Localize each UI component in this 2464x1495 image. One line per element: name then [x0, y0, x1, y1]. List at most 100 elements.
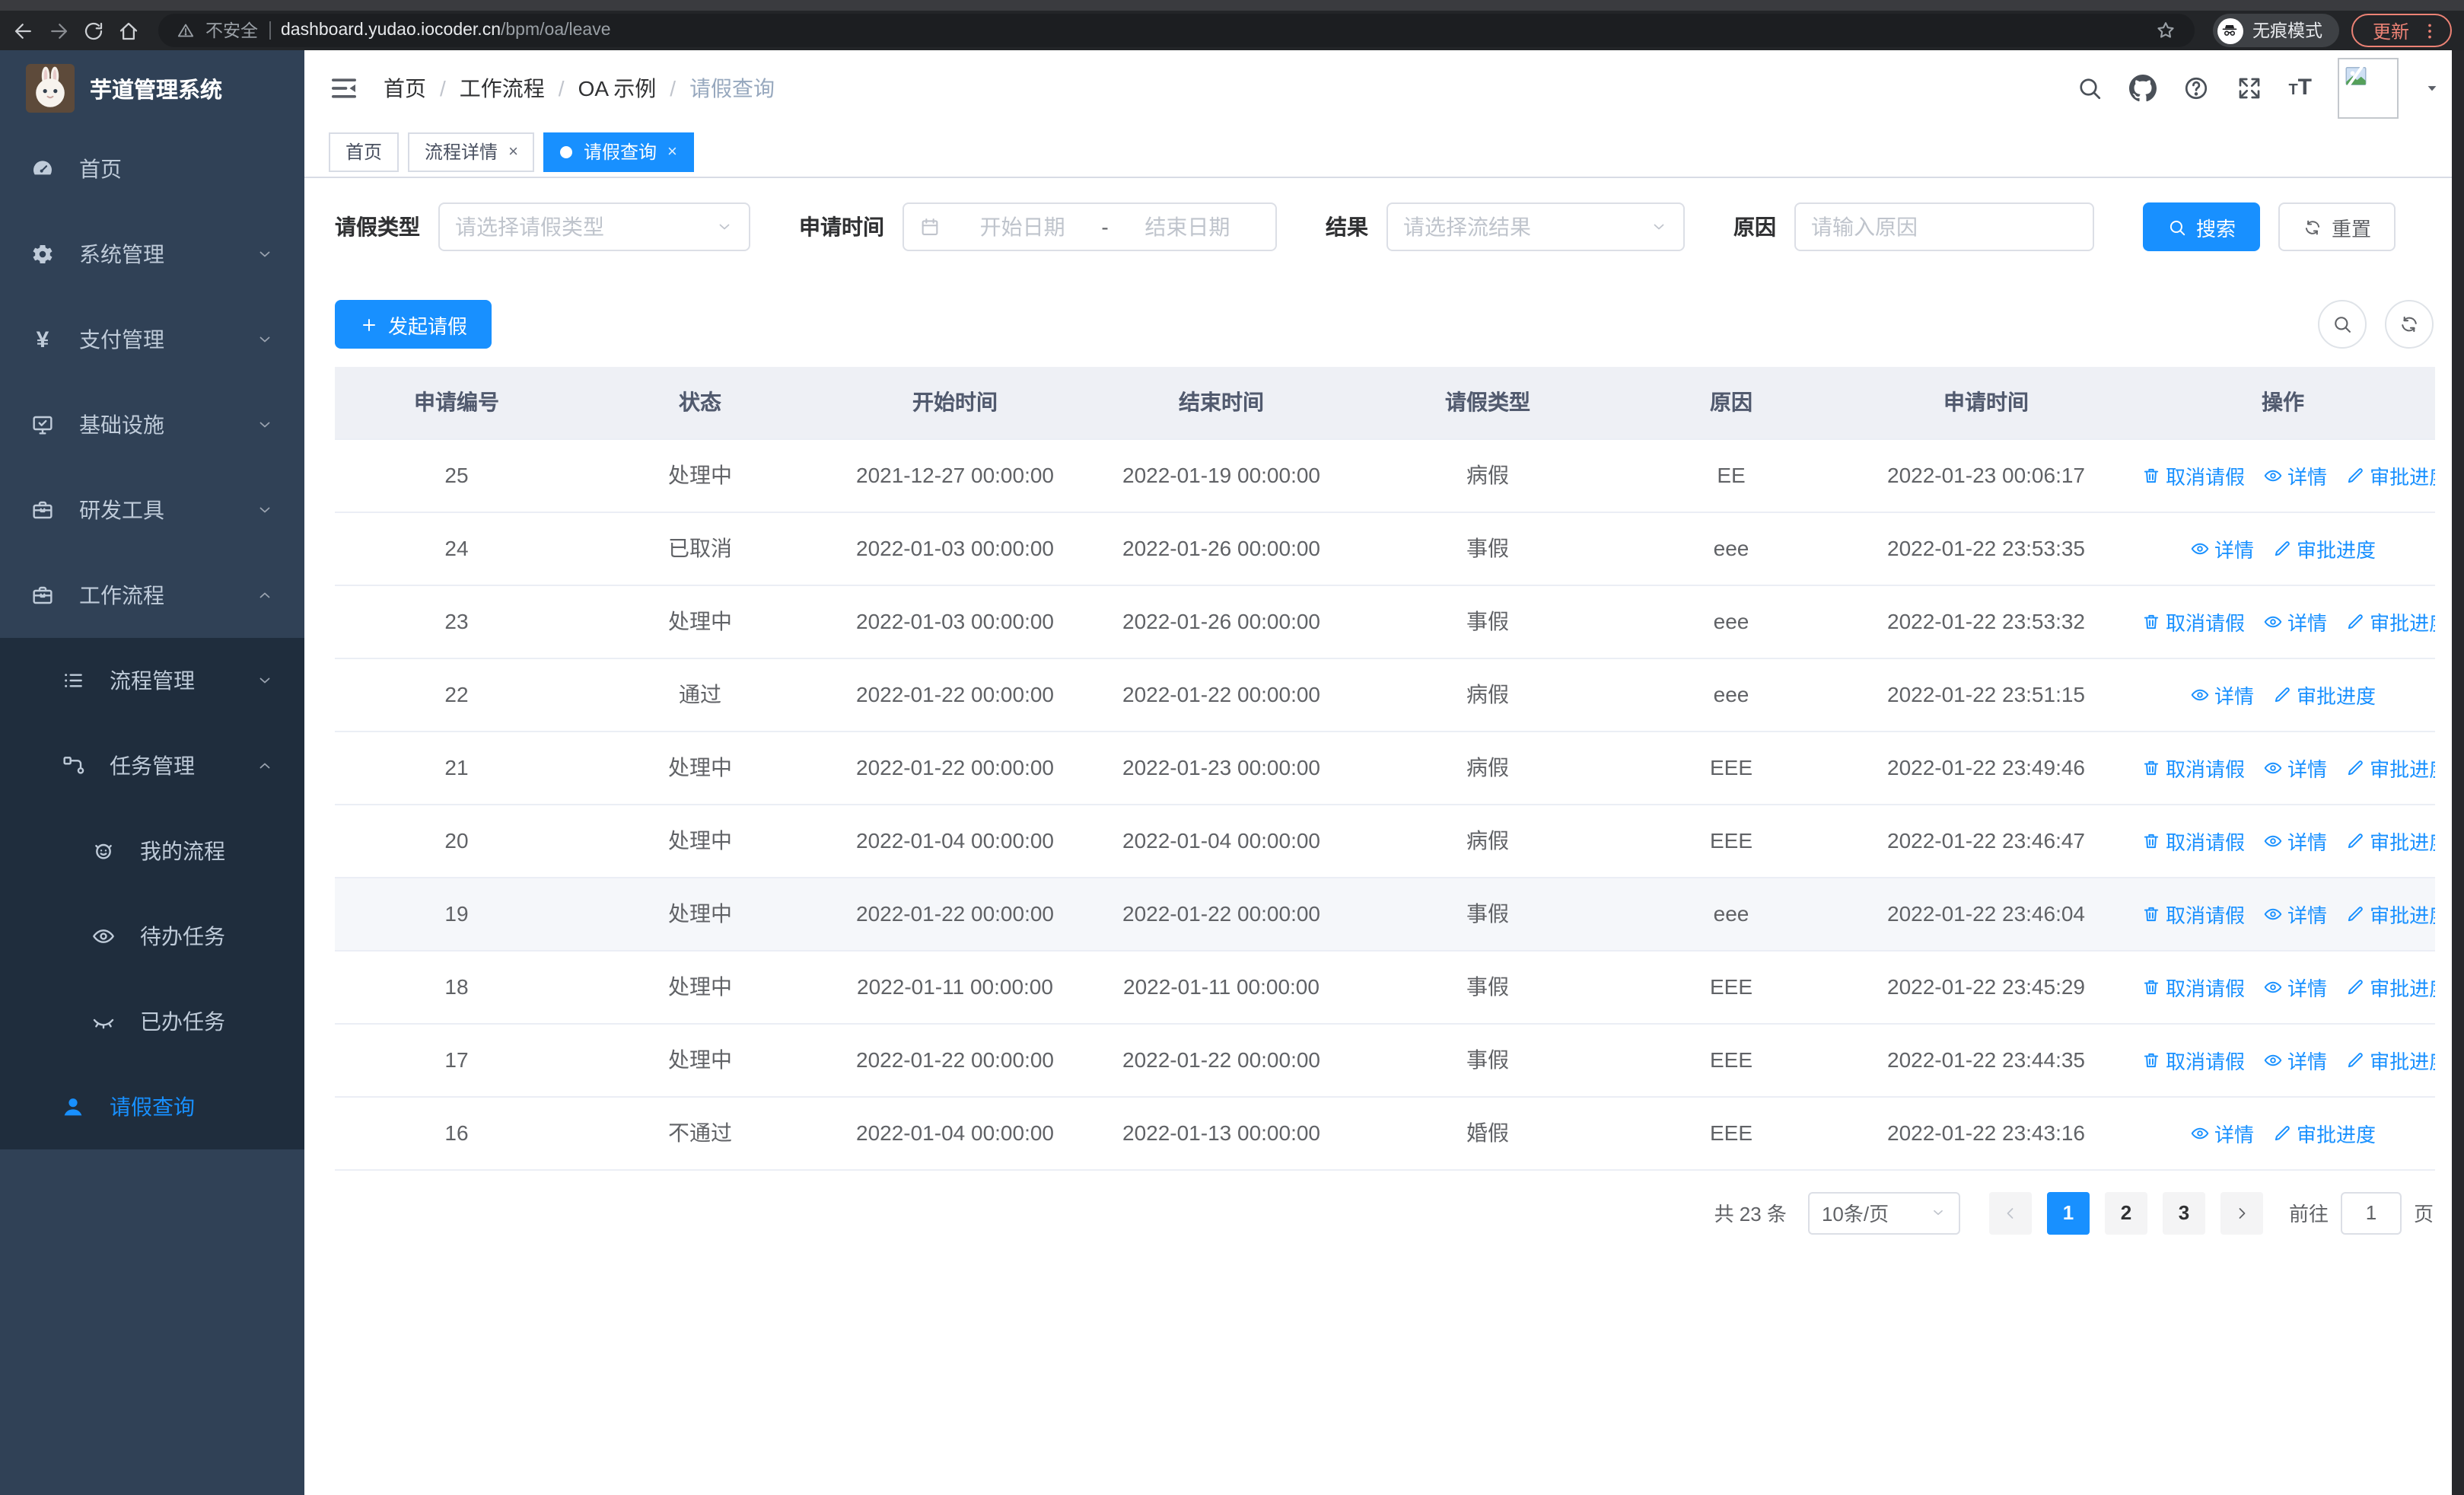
browser-home-icon[interactable]	[117, 19, 140, 42]
page-button-2[interactable]: 2	[2104, 1191, 2147, 1234]
next-page-button[interactable]	[2220, 1191, 2263, 1234]
reason-input[interactable]: 请输入原因	[1794, 202, 2094, 251]
browser-forward-icon[interactable]	[47, 19, 70, 42]
progress-link[interactable]: 审批进度	[2345, 1045, 2435, 1074]
sidebar-toggle-icon[interactable]	[329, 73, 359, 104]
sidebar-item-label: 系统管理	[79, 242, 164, 266]
browser-back-icon[interactable]	[12, 19, 35, 42]
tab-close-icon[interactable]: ×	[508, 142, 518, 161]
sidebar-item-基础设施[interactable]: 基础设施	[0, 382, 304, 467]
progress-link[interactable]: 审批进度	[2345, 826, 2435, 855]
table-search-toggle-button[interactable]	[2318, 300, 2367, 349]
progress-link[interactable]: 审批进度	[2345, 972, 2435, 1001]
sidebar-item-系统管理[interactable]: 系统管理	[0, 212, 304, 297]
table-row: 20 处理中 2022-01-04 00:00:00 2022-01-04 00:00…	[335, 804, 2435, 878]
page-button-1[interactable]: 1	[2046, 1191, 2090, 1234]
avatar-caret-icon[interactable]	[2424, 81, 2440, 96]
font-size-icon[interactable]: TT	[2288, 76, 2312, 100]
progress-link[interactable]: 审批进度	[2272, 1118, 2376, 1147]
page-size-select[interactable]: 10条/页	[1807, 1191, 1960, 1234]
progress-link[interactable]: 审批进度	[2345, 607, 2435, 636]
sidebar-item-流程管理[interactable]: 流程管理	[0, 638, 304, 723]
cancel-link[interactable]: 取消请假	[2141, 753, 2245, 782]
sidebar-item-研发工具[interactable]: 研发工具	[0, 467, 304, 553]
browser-address-bar[interactable]: 不安全 dashboard.yudao.iocoder.cn/bpm/oa/le…	[158, 14, 2195, 47]
filter-apply-time: 申请时间 开始日期 - 结束日期	[799, 202, 1277, 251]
leave-type-select[interactable]: 请选择请假类型	[438, 202, 750, 251]
bookmark-star-icon[interactable]	[2155, 20, 2176, 41]
progress-link[interactable]: 审批进度	[2345, 461, 2435, 489]
help-icon[interactable]	[2182, 75, 2209, 102]
fullscreen-icon[interactable]	[2235, 75, 2262, 102]
detail-link[interactable]: 详情	[2190, 680, 2254, 709]
tab-请假查询[interactable]: 请假查询 ×	[543, 132, 694, 171]
browser-menu-icon[interactable]	[2420, 21, 2440, 40]
plus-icon	[359, 314, 379, 334]
browser-update-button[interactable]: 更新	[2351, 14, 2452, 47]
action-label: 详情	[2287, 1050, 2328, 1073]
sidebar-item-已办任务[interactable]: 已办任务	[0, 979, 304, 1064]
trash-icon	[2141, 904, 2161, 923]
tab-流程详情[interactable]: 流程详情 ×	[408, 132, 535, 171]
apply-time-label: 申请时间	[799, 215, 884, 239]
sidebar-item-支付管理[interactable]: ¥ 支付管理	[0, 297, 304, 382]
detail-link[interactable]: 详情	[2190, 1118, 2254, 1147]
github-icon[interactable]	[2128, 75, 2157, 102]
progress-link[interactable]: 审批进度	[2272, 680, 2376, 709]
sidebar-item-label: 支付管理	[79, 327, 164, 352]
create-leave-button[interactable]: 发起请假	[335, 300, 492, 349]
sidebar-item-我的流程[interactable]: 我的流程	[0, 808, 304, 894]
eye-icon	[2263, 1050, 2283, 1069]
yen-icon: ¥	[36, 327, 49, 352]
header-search-icon[interactable]	[2075, 75, 2103, 102]
cancel-link[interactable]: 取消请假	[2141, 461, 2245, 489]
breadcrumb-item[interactable]: 工作流程	[460, 73, 545, 104]
browser-reload-icon[interactable]	[82, 19, 105, 42]
leave-type-placeholder: 请选择请假类型	[455, 215, 604, 239]
detail-link[interactable]: 详情	[2263, 1045, 2327, 1074]
eye-icon	[2263, 611, 2283, 631]
avatar[interactable]	[2338, 58, 2399, 119]
search-button[interactable]: 搜索	[2143, 202, 2261, 251]
sidebar-item-任务管理[interactable]: 任务管理	[0, 723, 304, 808]
sidebar-item-首页[interactable]: 首页	[0, 126, 304, 212]
date-range-input[interactable]: 开始日期 - 结束日期	[903, 202, 1277, 251]
detail-link[interactable]: 详情	[2263, 461, 2327, 489]
cancel-link[interactable]: 取消请假	[2141, 972, 2245, 1001]
table-row: 19 处理中 2022-01-22 00:00:00 2022-01-22 00:00…	[335, 877, 2435, 951]
cancel-link[interactable]: 取消请假	[2141, 826, 2245, 855]
sidebar-item-待办任务[interactable]: 待办任务	[0, 894, 304, 979]
sidebar-item-请假查询[interactable]: 请假查询	[0, 1064, 304, 1149]
progress-link[interactable]: 审批进度	[2272, 534, 2376, 563]
app-logo[interactable]: 芋道管理系统	[0, 50, 304, 126]
progress-link[interactable]: 审批进度	[2345, 753, 2435, 782]
eye-icon	[2263, 904, 2283, 923]
action-label: 审批进度	[2370, 977, 2435, 999]
table-refresh-button[interactable]	[2385, 300, 2434, 349]
cancel-link[interactable]: 取消请假	[2141, 899, 2245, 928]
reset-button[interactable]: 重置	[2278, 202, 2396, 251]
cancel-link[interactable]: 取消请假	[2141, 1045, 2245, 1074]
sidebar-item-工作流程[interactable]: 工作流程	[0, 553, 304, 638]
detail-link[interactable]: 详情	[2190, 534, 2254, 563]
detail-link[interactable]: 详情	[2263, 607, 2327, 636]
scrollbar[interactable]	[2452, 50, 2464, 1495]
cell-reason: EEE	[1621, 1096, 1842, 1170]
progress-link[interactable]: 审批进度	[2345, 899, 2435, 928]
detail-link[interactable]: 详情	[2263, 826, 2327, 855]
breadcrumb-item[interactable]: OA 示例	[578, 73, 657, 104]
cancel-link[interactable]: 取消请假	[2141, 607, 2245, 636]
tab-首页[interactable]: 首页	[329, 132, 400, 171]
detail-link[interactable]: 详情	[2263, 899, 2327, 928]
goto-page-input[interactable]	[2340, 1191, 2402, 1234]
detail-link[interactable]: 详情	[2263, 972, 2327, 1001]
tab-close-icon[interactable]: ×	[667, 142, 677, 161]
breadcrumb-item[interactable]: 首页	[384, 73, 426, 104]
result-select[interactable]: 请选择流结果	[1386, 202, 1685, 251]
detail-link[interactable]: 详情	[2263, 753, 2327, 782]
sidebar: 芋道管理系统 首页系统管理 ¥ 支付管理基础设施 研发工具 工作流程 流程管理 任务管理 我的…	[0, 50, 304, 1495]
sidebar-menu: 首页系统管理 ¥ 支付管理基础设施 研发工具 工作流程 流程管理 任务管理 我的流程 待办任务已…	[0, 126, 304, 1149]
prev-page-button[interactable]	[1988, 1191, 2032, 1234]
page-button-3[interactable]: 3	[2162, 1191, 2205, 1234]
eye-icon	[2190, 538, 2210, 558]
